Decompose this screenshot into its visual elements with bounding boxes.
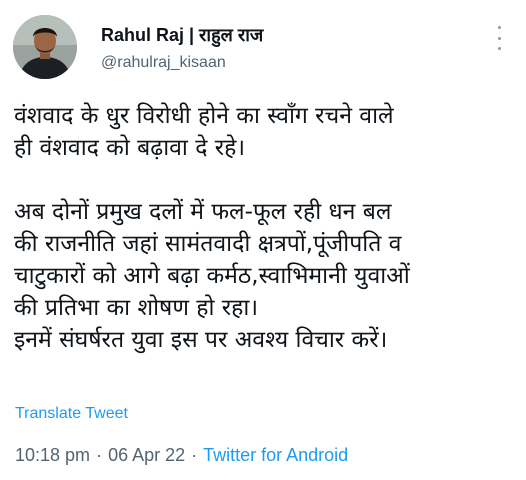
display-name[interactable]: Rahul Raj | राहुल राज [101,24,263,46]
tweet-text-line: अब दोनों प्रमुख दलों में फल-फूल रही धन ब… [14,199,392,225]
tweet-text-line: चाटुकारों को आगे बढ़ा कर्मठ,स्वाभिमानी य… [14,263,410,289]
more-vertical-icon-dot [497,36,501,40]
avatar[interactable] [13,15,77,79]
tweet-card: Rahul Raj | राहुल राज @rahulraj_kisaan व… [0,0,526,480]
tweet-text-line: इनमें संघर्षरत युवा इस पर अवश्य विचार कर… [14,327,388,353]
tweet-text: वंशवाद के धुर विरोधी होने का स्वाँग रचने… [14,100,519,356]
tweet-meta: 10:18 pm · 06 Apr 22 · Twitter for Android [15,444,348,466]
avatar-photo [13,15,77,79]
meta-separator: · [191,445,198,465]
translate-tweet-link[interactable]: Translate Tweet [15,404,128,424]
tweet-text-line-blank [14,164,519,196]
tweet-text-line: ही वंशवाद को बढ़ावा दे रहे। [14,135,246,161]
tweet-text-line: वंशवाद के धुर विरोधी होने का स्वाँग रचने… [14,103,394,129]
tweet-text-line: की राजनीति जहां सामंतवादी क्षत्रपों,पूंज… [14,231,402,257]
tweet-date[interactable]: 06 Apr 22 [108,445,185,465]
tweet-header: Rahul Raj | राहुल राज @rahulraj_kisaan [101,24,263,73]
tweet-text-line: की प्रतिभा का शोषण हो रहा। [14,295,259,321]
meta-separator: · [96,445,103,465]
user-handle[interactable]: @rahulraj_kisaan [101,53,263,73]
more-vertical-icon-dot [497,47,501,50]
more-options-button[interactable] [494,26,504,50]
tweet-source-link[interactable]: Twitter for Android [203,445,348,465]
tweet-time[interactable]: 10:18 pm [15,445,90,465]
more-vertical-icon [497,26,501,29]
